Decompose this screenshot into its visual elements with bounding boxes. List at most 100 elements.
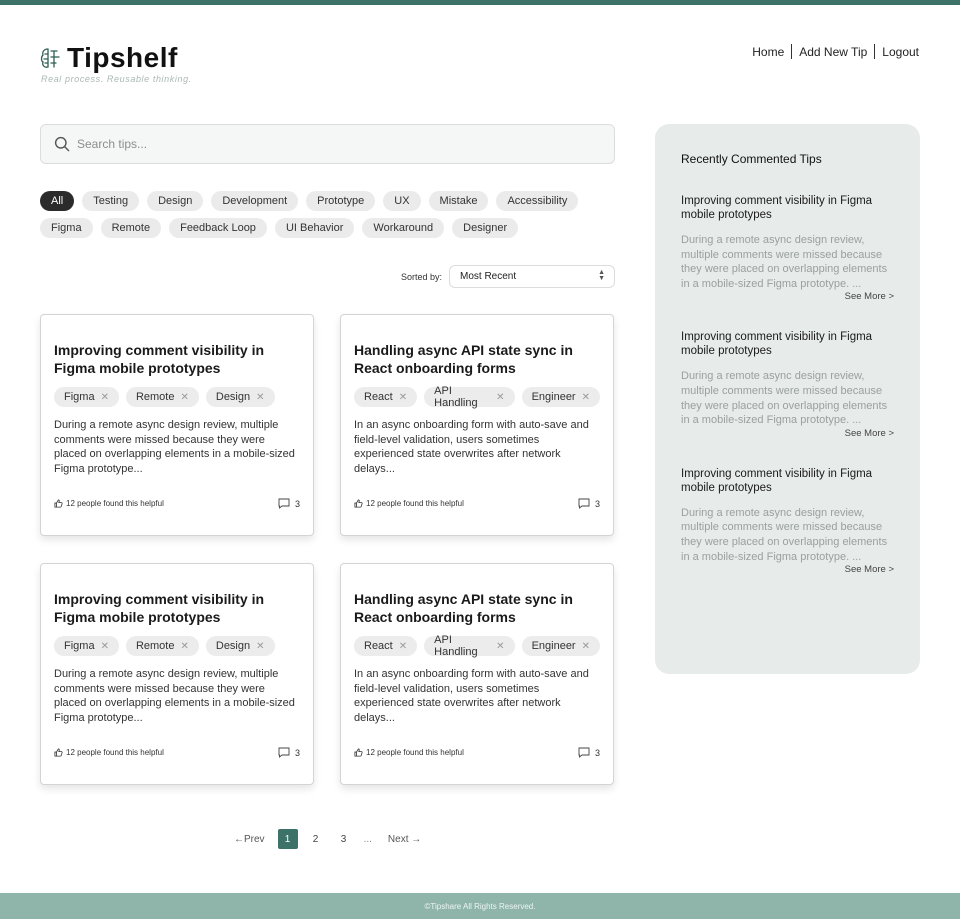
filter-chips: All Testing Design Development Prototype… — [40, 191, 600, 245]
tag-chip[interactable]: Remote ✕ — [125, 636, 199, 656]
tip-card-footer: 12 people found this helpful 3 — [54, 747, 300, 758]
filter-chip-all[interactable]: All — [40, 191, 75, 211]
nav-logout-link[interactable]: Logout — [882, 45, 919, 59]
see-more-link[interactable]: See More > — [681, 291, 894, 302]
see-more-link[interactable]: See More > — [681, 428, 894, 439]
tag-label: React — [364, 391, 393, 403]
filter-chip-remote[interactable]: Remote — [100, 218, 162, 238]
helpful-count[interactable]: 12 people found this helpful — [54, 748, 164, 757]
search-input[interactable] — [77, 137, 577, 151]
page-1-button[interactable]: 1 — [277, 829, 298, 849]
tip-card-tags: Figma ✕ Remote ✕ Design ✕ — [54, 387, 300, 407]
helpful-count[interactable]: 12 people found this helpful — [54, 499, 164, 508]
tip-card-excerpt: During a remote async design review, mul… — [54, 668, 295, 724]
recent-tip-title[interactable]: Improving comment visibility in Figma mo… — [681, 330, 894, 358]
prev-page-link[interactable]: ←Prev — [234, 834, 265, 845]
close-icon[interactable]: ✕ — [582, 641, 590, 652]
tip-card[interactable]: Improving comment visibility in Figma mo… — [40, 563, 314, 785]
filter-chip-designer[interactable]: Designer — [452, 218, 519, 238]
filter-chip-feedback-loop[interactable]: Feedback Loop — [169, 218, 267, 238]
close-icon[interactable]: ✕ — [399, 392, 407, 403]
tip-card-excerpt: In an async onboarding form with auto-sa… — [354, 419, 589, 475]
tag-chip[interactable]: Engineer ✕ — [521, 636, 600, 656]
thumbs-up-icon — [54, 748, 63, 757]
tip-card-tags: React ✕ API Handling ✕ Engineer ✕ — [354, 385, 600, 409]
recent-tip-title[interactable]: Improving comment visibility in Figma mo… — [681, 467, 894, 495]
close-icon[interactable]: ✕ — [256, 641, 264, 652]
recent-tip-excerpt: During a remote async design review, mul… — [681, 506, 888, 563]
filter-chip-testing[interactable]: Testing — [82, 191, 140, 211]
tip-card-title[interactable]: Handling async API state sync in React o… — [354, 341, 600, 377]
nav-divider — [874, 44, 876, 59]
tag-chip[interactable]: Remote ✕ — [125, 387, 199, 407]
tag-label: Remote — [135, 391, 175, 403]
recent-tip-excerpt: During a remote async design review, mul… — [681, 234, 888, 290]
top-nav: Home Add New Tip Logout — [752, 44, 919, 59]
tag-chip[interactable]: React ✕ — [354, 636, 418, 656]
tip-card-title[interactable]: Handling async API state sync in React o… — [354, 590, 600, 626]
pagination: ←Prev 1 2 3 ... Next → — [234, 829, 421, 849]
sort-select[interactable]: Most Recent ▲ ▼ — [449, 265, 615, 288]
tip-card-excerpt: In an async onboarding form with auto-sa… — [354, 668, 589, 724]
tag-chip[interactable]: Design ✕ — [205, 636, 275, 656]
helpful-count[interactable]: 12 people found this helpful — [354, 748, 464, 757]
close-icon[interactable]: ✕ — [180, 392, 188, 403]
comment-count[interactable]: 3 — [278, 498, 300, 509]
nav-add-tip-link[interactable]: Add New Tip — [799, 45, 867, 59]
sidebar-title: Recently Commented Tips — [681, 152, 822, 166]
footer: ©Tipshare All Rights Reserved. — [0, 893, 960, 919]
comment-count[interactable]: 3 — [578, 498, 600, 509]
filter-chip-development[interactable]: Development — [211, 191, 299, 211]
tag-chip[interactable]: Design ✕ — [205, 387, 275, 407]
comment-count[interactable]: 3 — [278, 747, 300, 758]
close-icon[interactable]: ✕ — [496, 641, 504, 652]
logo[interactable]: Tipshelf — [40, 42, 178, 74]
tag-chip[interactable]: React ✕ — [354, 387, 418, 407]
comment-count[interactable]: 3 — [578, 747, 600, 758]
see-more-link[interactable]: See More > — [681, 564, 894, 575]
recent-tip-title[interactable]: Improving comment visibility in Figma mo… — [681, 194, 894, 222]
brand-tagline: Real process. Reusable thinking. — [41, 74, 192, 84]
tip-card[interactable]: Handling async API state sync in React o… — [340, 314, 614, 536]
next-page-link[interactable]: Next → — [388, 834, 421, 845]
filter-chip-figma[interactable]: Figma — [40, 218, 93, 238]
tag-chip[interactable]: Engineer ✕ — [521, 387, 600, 407]
comment-icon — [578, 747, 590, 758]
filter-chip-workaround[interactable]: Workaround — [362, 218, 445, 238]
tag-chip[interactable]: API Handling ✕ — [424, 385, 515, 409]
tag-chip[interactable]: Figma ✕ — [54, 387, 119, 407]
close-icon[interactable]: ✕ — [180, 641, 188, 652]
filter-chip-prototype[interactable]: Prototype — [306, 191, 376, 211]
tip-card[interactable]: Handling async API state sync in React o… — [340, 563, 614, 785]
close-icon[interactable]: ✕ — [256, 392, 264, 403]
tip-card-title[interactable]: Improving comment visibility in Figma mo… — [54, 590, 300, 626]
tag-label: Design — [215, 391, 251, 403]
filter-chip-accessibility[interactable]: Accessibility — [496, 191, 579, 211]
recent-tip-item: Improving comment visibility in Figma mo… — [681, 194, 894, 302]
filter-chip-ui-behavior[interactable]: UI Behavior — [274, 218, 355, 238]
close-icon[interactable]: ✕ — [496, 392, 504, 403]
tip-card-title[interactable]: Improving comment visibility in Figma mo… — [54, 341, 300, 377]
nav-home-link[interactable]: Home — [752, 45, 784, 59]
tip-card[interactable]: Improving comment visibility in Figma mo… — [40, 314, 314, 536]
page-3-button[interactable]: 3 — [334, 829, 354, 849]
top-accent-bar — [0, 0, 960, 5]
close-icon[interactable]: ✕ — [399, 641, 407, 652]
tip-card-footer: 12 people found this helpful 3 — [354, 747, 600, 758]
close-icon[interactable]: ✕ — [101, 641, 109, 652]
search-bar — [40, 124, 615, 164]
brain-icon — [40, 48, 60, 68]
tag-label: Engineer — [531, 640, 576, 652]
filter-row: All Testing Design Development Prototype… — [40, 191, 600, 211]
tip-card-footer: 12 people found this helpful 3 — [354, 498, 600, 509]
filter-chip-design[interactable]: Design — [147, 191, 204, 211]
filter-chip-ux[interactable]: UX — [383, 191, 421, 211]
sort-value: Most Recent — [460, 271, 517, 282]
close-icon[interactable]: ✕ — [101, 392, 109, 403]
close-icon[interactable]: ✕ — [582, 392, 590, 403]
page-2-button[interactable]: 2 — [306, 829, 326, 849]
tag-chip[interactable]: API Handling ✕ — [424, 634, 515, 658]
tag-chip[interactable]: Figma ✕ — [54, 636, 119, 656]
helpful-count[interactable]: 12 people found this helpful — [354, 499, 464, 508]
filter-chip-mistake[interactable]: Mistake — [428, 191, 489, 211]
